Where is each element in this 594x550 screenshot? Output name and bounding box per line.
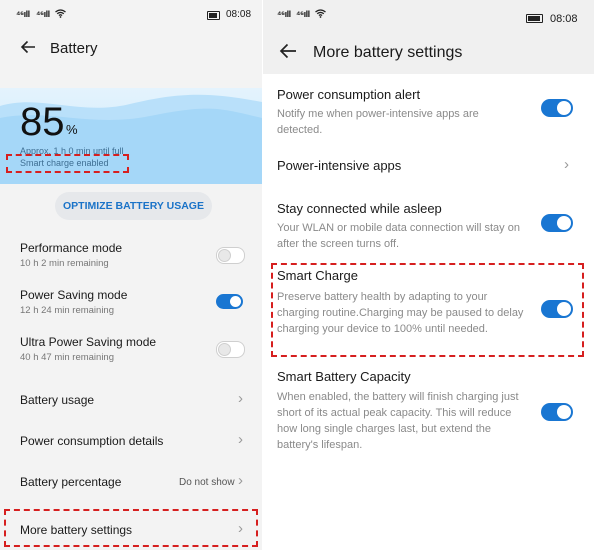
- signal-2: ⁴⁶ıll: [296, 9, 310, 19]
- more-settings-highlight: [4, 509, 258, 547]
- wifi-icon: [315, 9, 326, 20]
- performance-mode-label: Performance mode: [20, 241, 123, 255]
- chevron-right-icon: ›: [238, 472, 243, 489]
- more-battery-settings-screen: ⁴⁶ıll ⁴⁶ıll 08:08 More battery settings …: [263, 0, 594, 550]
- battery-status-icon: [526, 14, 543, 23]
- power-consumption-alert-label: Power consumption alert: [277, 87, 421, 102]
- status-time: 08:08: [550, 13, 578, 25]
- battery-percentage-item[interactable]: Battery percentage Do not show ›: [0, 462, 262, 502]
- ultra-power-saving-mode-toggle[interactable]: [216, 341, 245, 358]
- smart-battery-capacity-desc: When enabled, the battery will finish ch…: [277, 391, 519, 451]
- battery-usage-label: Battery usage: [20, 393, 95, 407]
- chevron-right-icon: ›: [238, 390, 243, 407]
- performance-mode-toggle[interactable]: [216, 247, 245, 264]
- power-saving-mode-remaining: 12 h 24 min remaining: [20, 305, 114, 316]
- status-time: 08:08: [226, 9, 252, 20]
- status-bar: ⁴⁶ıll ⁴⁶ıll 08:08: [263, 0, 594, 30]
- page-title: More battery settings: [313, 44, 463, 61]
- performance-mode-remaining: 10 h 2 min remaining: [20, 258, 109, 269]
- smart-battery-capacity-toggle[interactable]: [541, 403, 573, 421]
- status-bar: ⁴⁶ıll ⁴⁶ıll 08:08: [0, 0, 262, 30]
- page-title: Battery: [50, 40, 98, 57]
- smart-battery-capacity-label: Smart Battery Capacity: [277, 369, 411, 384]
- smart-charge-highlight: [271, 263, 584, 357]
- power-consumption-alert-desc: Notify me when power-intensive apps are …: [277, 108, 479, 136]
- arrow-back-icon[interactable]: [279, 43, 297, 63]
- battery-percentage-value: Do not show: [179, 477, 235, 488]
- stay-connected-toggle[interactable]: [541, 214, 573, 232]
- signal-1: ⁴⁶ıll: [277, 9, 291, 19]
- battery-status-icon: [207, 11, 220, 20]
- power-saving-mode-label: Power Saving mode: [20, 288, 128, 302]
- battery-screen: ⁴⁶ıll ⁴⁶ıll 08:08 Battery 85 % Approx. 1…: [0, 0, 262, 550]
- power-consumption-details-item[interactable]: Power consumption details ›: [0, 421, 262, 461]
- battery-percent: 85: [20, 100, 65, 144]
- signal-2: ⁴⁶ıll: [36, 9, 50, 19]
- chevron-right-icon: ›: [564, 156, 569, 173]
- power-saving-mode-toggle[interactable]: [216, 294, 243, 309]
- wifi-icon: [55, 9, 66, 21]
- power-consumption-alert-toggle[interactable]: [541, 99, 573, 117]
- stay-connected-label: Stay connected while asleep: [277, 201, 442, 216]
- battery-percentage-label: Battery percentage: [20, 475, 122, 489]
- power-consumption-details-label: Power consumption details: [20, 434, 164, 448]
- optimize-battery-button[interactable]: OPTIMIZE BATTERY USAGE: [55, 192, 212, 220]
- ultra-power-saving-mode-label: Ultra Power Saving mode: [20, 335, 157, 349]
- signal-1: ⁴⁶ıll: [16, 9, 30, 19]
- stay-connected-desc: Your WLAN or mobile data connection will…: [277, 222, 520, 250]
- power-intensive-apps-label[interactable]: Power-intensive apps: [277, 158, 401, 173]
- battery-percent-sign: %: [66, 122, 78, 137]
- battery-usage-item[interactable]: Battery usage ›: [0, 380, 262, 420]
- arrow-back-icon[interactable]: [20, 38, 36, 58]
- ultra-power-saving-mode-remaining: 40 h 47 min remaining: [20, 352, 114, 363]
- chevron-right-icon: ›: [238, 431, 243, 448]
- smart-charge-highlight: [6, 154, 129, 173]
